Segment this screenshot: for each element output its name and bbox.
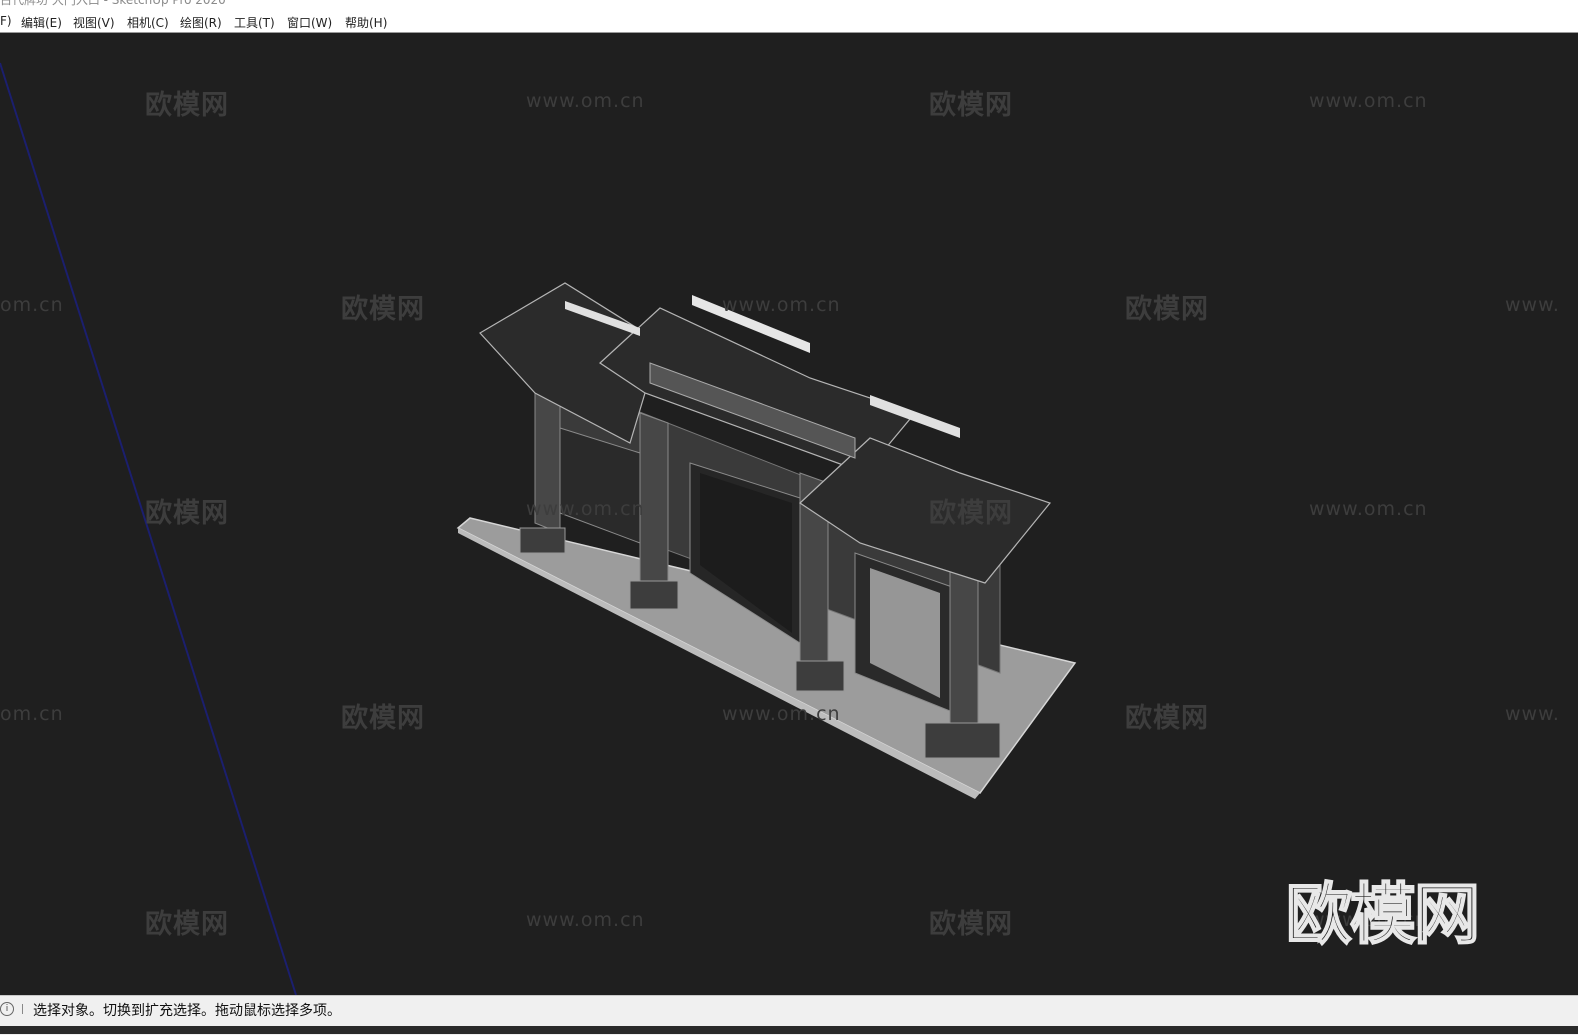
menu-draw[interactable]: 绘图(R) xyxy=(180,14,222,31)
menu-camera[interactable]: 相机(C) xyxy=(127,14,169,31)
watermark-cn: 欧模网 xyxy=(929,909,1013,940)
watermark-url: www.om.cn xyxy=(722,703,841,725)
window-title: 古代牌坊 大门入口 - SketchUp Pro 2020 xyxy=(0,0,226,7)
menu-bar: F) 编辑(E) 视图(V) 相机(C) 绘图(R) 工具(T) 窗口(W) 帮… xyxy=(0,12,1578,33)
watermark-cn: 欧模网 xyxy=(145,498,229,529)
status-text: 选择对象。切换到扩充选择。拖动鼠标选择多项。 xyxy=(33,1003,341,1019)
bottom-strip xyxy=(0,1026,1578,1034)
watermark-url-partial: www. xyxy=(1505,294,1560,316)
info-icon[interactable]: i xyxy=(0,1002,14,1016)
watermark-url: www.om.cn xyxy=(1309,498,1428,520)
watermark-url: www.om.cn xyxy=(1309,90,1428,112)
watermark-cn: 欧模网 xyxy=(341,294,425,325)
menu-file[interactable]: F) xyxy=(0,14,12,28)
watermark-url-partial: om.cn xyxy=(0,703,64,725)
watermark-url-partial: www. xyxy=(1505,703,1560,725)
3d-viewport[interactable]: 欧模网 www.om.cn 欧模网 www.om.cn om.cn 欧模网 ww… xyxy=(0,33,1578,995)
watermark-cn: 欧模网 xyxy=(145,909,229,940)
watermark-cn: 欧模网 xyxy=(1125,703,1209,734)
brand-logo: 欧模网 xyxy=(1285,875,1481,954)
watermark-url: www.om.cn xyxy=(526,498,645,520)
status-divider xyxy=(22,1004,23,1014)
watermark-cn: 欧模网 xyxy=(929,90,1013,121)
title-bar: 古代牌坊 大门入口 - SketchUp Pro 2020 xyxy=(0,0,1578,12)
watermark-url: www.om.cn xyxy=(526,90,645,112)
watermark-cn: 欧模网 xyxy=(1125,294,1209,325)
menu-help[interactable]: 帮助(H) xyxy=(345,14,387,31)
watermark-cn: 欧模网 xyxy=(341,703,425,734)
watermark-cn: 欧模网 xyxy=(929,498,1013,529)
watermark-url: www.om.cn xyxy=(526,909,645,931)
menu-edit[interactable]: 编辑(E) xyxy=(21,14,62,31)
watermark-url-partial: om.cn xyxy=(0,294,64,316)
menu-tools[interactable]: 工具(T) xyxy=(234,14,275,31)
watermark-cn: 欧模网 xyxy=(145,90,229,121)
menu-window[interactable]: 窗口(W) xyxy=(287,14,332,31)
menu-view[interactable]: 视图(V) xyxy=(73,14,115,31)
watermark-url: www.om.cn xyxy=(722,294,841,316)
